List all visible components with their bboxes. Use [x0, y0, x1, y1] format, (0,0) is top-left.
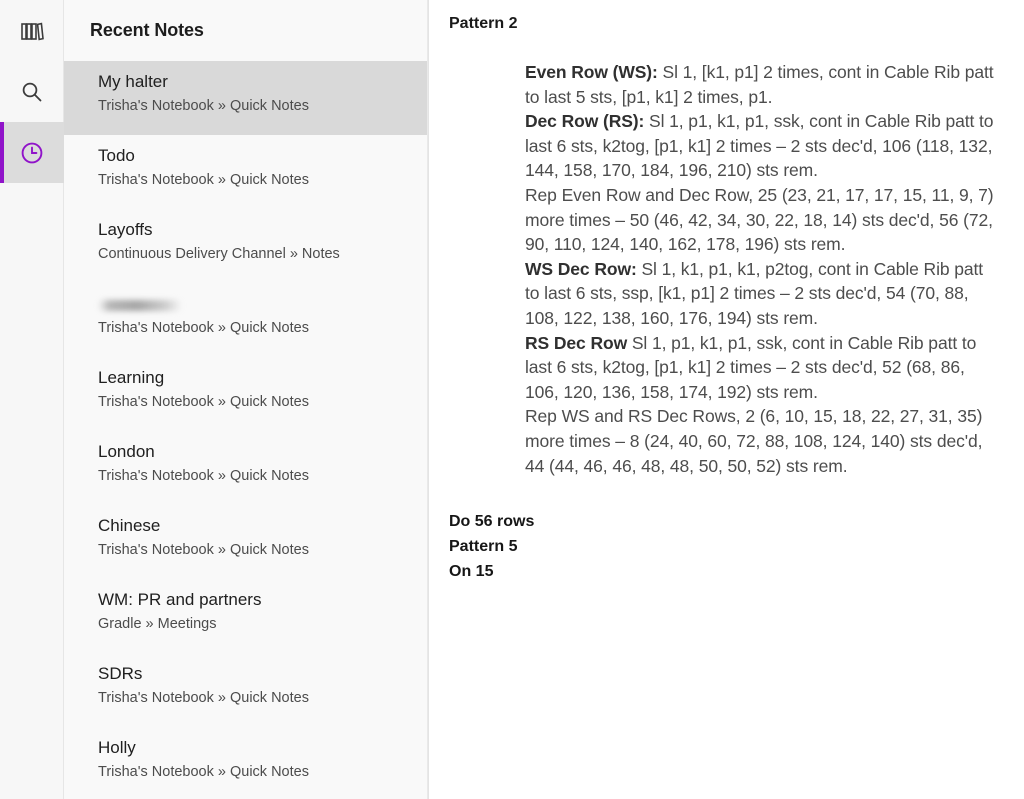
note-tail-line: On 15: [449, 563, 494, 581]
list-item[interactable]: Todo Trisha's Notebook » Quick Notes: [64, 135, 428, 209]
search-icon: [17, 77, 47, 107]
rail-item-search[interactable]: [0, 61, 64, 122]
pattern-paragraph: RS Dec Row Sl 1, p1, k1, p1, ssk, cont i…: [525, 331, 1002, 405]
list-header: Recent Notes: [64, 0, 428, 61]
pattern-row-text: Rep WS and RS Dec Rows, 2 (6, 10, 15, 18…: [525, 406, 983, 476]
list-item[interactable]: Layoffs Continuous Delivery Channel » Not…: [64, 209, 428, 283]
pattern-paragraph: Even Row (WS): Sl 1, [k1, p1] 2 times, c…: [525, 60, 1002, 109]
pattern-paragraph: Rep Even Row and Dec Row, 25 (23, 21, 17…: [525, 183, 1002, 257]
note-tail-line: Do 56 rows: [449, 513, 535, 531]
note-path: Trisha's Notebook » Quick Notes: [98, 542, 309, 558]
pattern-row-label: Dec Row (RS):: [525, 111, 645, 132]
note-title: Holly: [98, 738, 136, 757]
list-header-title: Recent Notes: [90, 20, 204, 40]
note-path: Trisha's Notebook » Quick Notes: [98, 98, 309, 114]
icon-rail: [0, 0, 64, 799]
note-pane: Pattern 2 Even Row (WS): Sl 1, [k1, p1] …: [429, 0, 1024, 799]
note-path: Trisha's Notebook » Quick Notes: [98, 320, 309, 336]
books-icon: [17, 16, 47, 46]
pattern-row-text: Rep Even Row and Dec Row, 25 (23, 21, 17…: [525, 184, 994, 255]
note-path: Gradle » Meetings: [98, 616, 217, 632]
note-title: Learning: [98, 368, 165, 387]
note-title: Todo: [98, 146, 135, 165]
list-item[interactable]: My halter Trisha's Notebook » Quick Notes: [64, 61, 428, 135]
note-title-redacted: [98, 300, 182, 311]
list-item[interactable]: Trisha's Notebook » Quick Notes: [64, 283, 428, 357]
pasted-pattern-content[interactable]: Even Row (WS): Sl 1, [k1, p1] 2 times, c…: [525, 60, 1002, 478]
list-item[interactable]: SDRs Trisha's Notebook » Quick Notes: [64, 653, 428, 727]
list-scrollbar[interactable]: [427, 0, 428, 799]
note-path: Trisha's Notebook » Quick Notes: [98, 172, 309, 188]
note-title: Chinese: [98, 516, 161, 535]
pattern-paragraph: Rep WS and RS Dec Rows, 2 (6, 10, 15, 18…: [525, 404, 1002, 478]
pattern-row-label: RS Dec Row: [525, 332, 628, 353]
note-tail-line: Pattern 5: [449, 538, 518, 556]
note-path: Trisha's Notebook » Quick Notes: [98, 764, 309, 780]
pattern-paragraph: Dec Row (RS): Sl 1, p1, k1, p1, ssk, con…: [525, 109, 1002, 183]
list-item[interactable]: London Trisha's Notebook » Quick Notes: [64, 431, 428, 505]
recent-notes-list[interactable]: Recent Notes My halter Trisha's Notebook …: [64, 0, 429, 799]
list-item[interactable]: Chinese Trisha's Notebook » Quick Notes: [64, 505, 428, 579]
pattern-row-label: Even Row (WS):: [525, 62, 658, 82]
note-items-container: My halter Trisha's Notebook » Quick Notes…: [64, 61, 428, 799]
pattern-row-label: WS Dec Row:: [525, 258, 637, 279]
pattern-paragraph: WS Dec Row: Sl 1, k1, p1, k1, p2tog, con…: [525, 257, 1002, 331]
note-title: London: [98, 442, 155, 461]
list-item[interactable]: WM: PR and partners Gradle » Meetings: [64, 579, 428, 653]
note-tail-lines[interactable]: Do 56 rows Pattern 5 On 15: [429, 509, 1024, 584]
note-title: My halter: [98, 72, 168, 91]
clock-icon: [17, 138, 47, 168]
note-path: Trisha's Notebook » Quick Notes: [98, 394, 309, 410]
rail-item-notebooks[interactable]: [0, 0, 64, 61]
note-path: Trisha's Notebook » Quick Notes: [98, 690, 309, 706]
note-path: Continuous Delivery Channel » Notes: [98, 246, 340, 262]
note-title: WM: PR and partners: [98, 590, 262, 609]
note-title: Layoffs: [98, 220, 153, 239]
note-title: Pattern 2: [449, 15, 518, 32]
rail-item-recent[interactable]: [0, 122, 64, 183]
note-path: Trisha's Notebook » Quick Notes: [98, 468, 309, 484]
list-item[interactable]: Holly Trisha's Notebook » Quick Notes: [64, 727, 428, 799]
app-window: Recent Notes My halter Trisha's Notebook …: [0, 0, 1024, 799]
list-item[interactable]: Learning Trisha's Notebook » Quick Notes: [64, 357, 428, 431]
note-title: SDRs: [98, 664, 143, 683]
